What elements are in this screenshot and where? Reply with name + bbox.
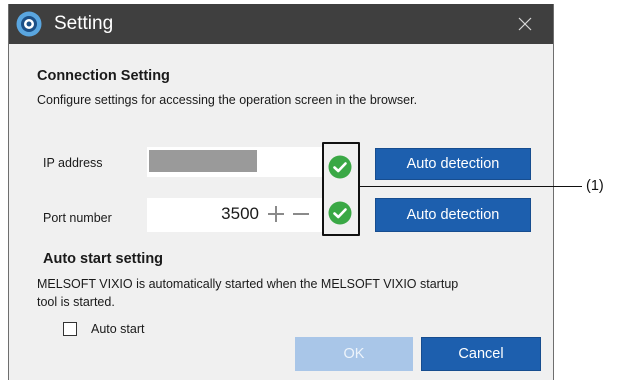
auto-start-checkbox[interactable] <box>63 322 77 336</box>
plus-icon[interactable] <box>265 203 287 225</box>
port-number-stepper[interactable]: 3500 <box>147 198 323 232</box>
port-number-label: Port number <box>43 211 112 225</box>
auto-start-heading: Auto start setting <box>43 251 164 267</box>
app-logo-icon <box>16 11 42 37</box>
callout-label: (1) <box>586 178 604 194</box>
connection-setting-description: Configure settings for accessing the ope… <box>37 93 418 107</box>
auto-start-description-line2: tool is started. <box>37 295 115 309</box>
ip-auto-detection-button[interactable]: Auto detection <box>375 148 531 180</box>
ip-address-label: IP address <box>43 156 103 170</box>
port-auto-detection-button[interactable]: Auto detection <box>375 198 531 232</box>
cancel-button[interactable]: Cancel <box>421 337 541 371</box>
title-bar: Setting <box>9 4 553 44</box>
port-number-value: 3500 <box>221 204 259 223</box>
close-icon[interactable] <box>515 14 535 34</box>
ip-address-value <box>149 150 257 172</box>
setting-dialog: Setting Connection Setting Configure set… <box>8 4 554 380</box>
minus-icon[interactable] <box>290 203 312 225</box>
callout-box <box>322 142 360 236</box>
ip-address-input[interactable] <box>147 147 323 177</box>
window-title: Setting <box>54 13 114 34</box>
connection-setting-heading: Connection Setting <box>37 68 170 84</box>
auto-start-label[interactable]: Auto start <box>91 321 145 337</box>
ok-button[interactable]: OK <box>295 337 413 371</box>
auto-start-description-line1: MELSOFT VIXIO is automatically started w… <box>37 277 459 291</box>
callout-line <box>360 186 582 187</box>
